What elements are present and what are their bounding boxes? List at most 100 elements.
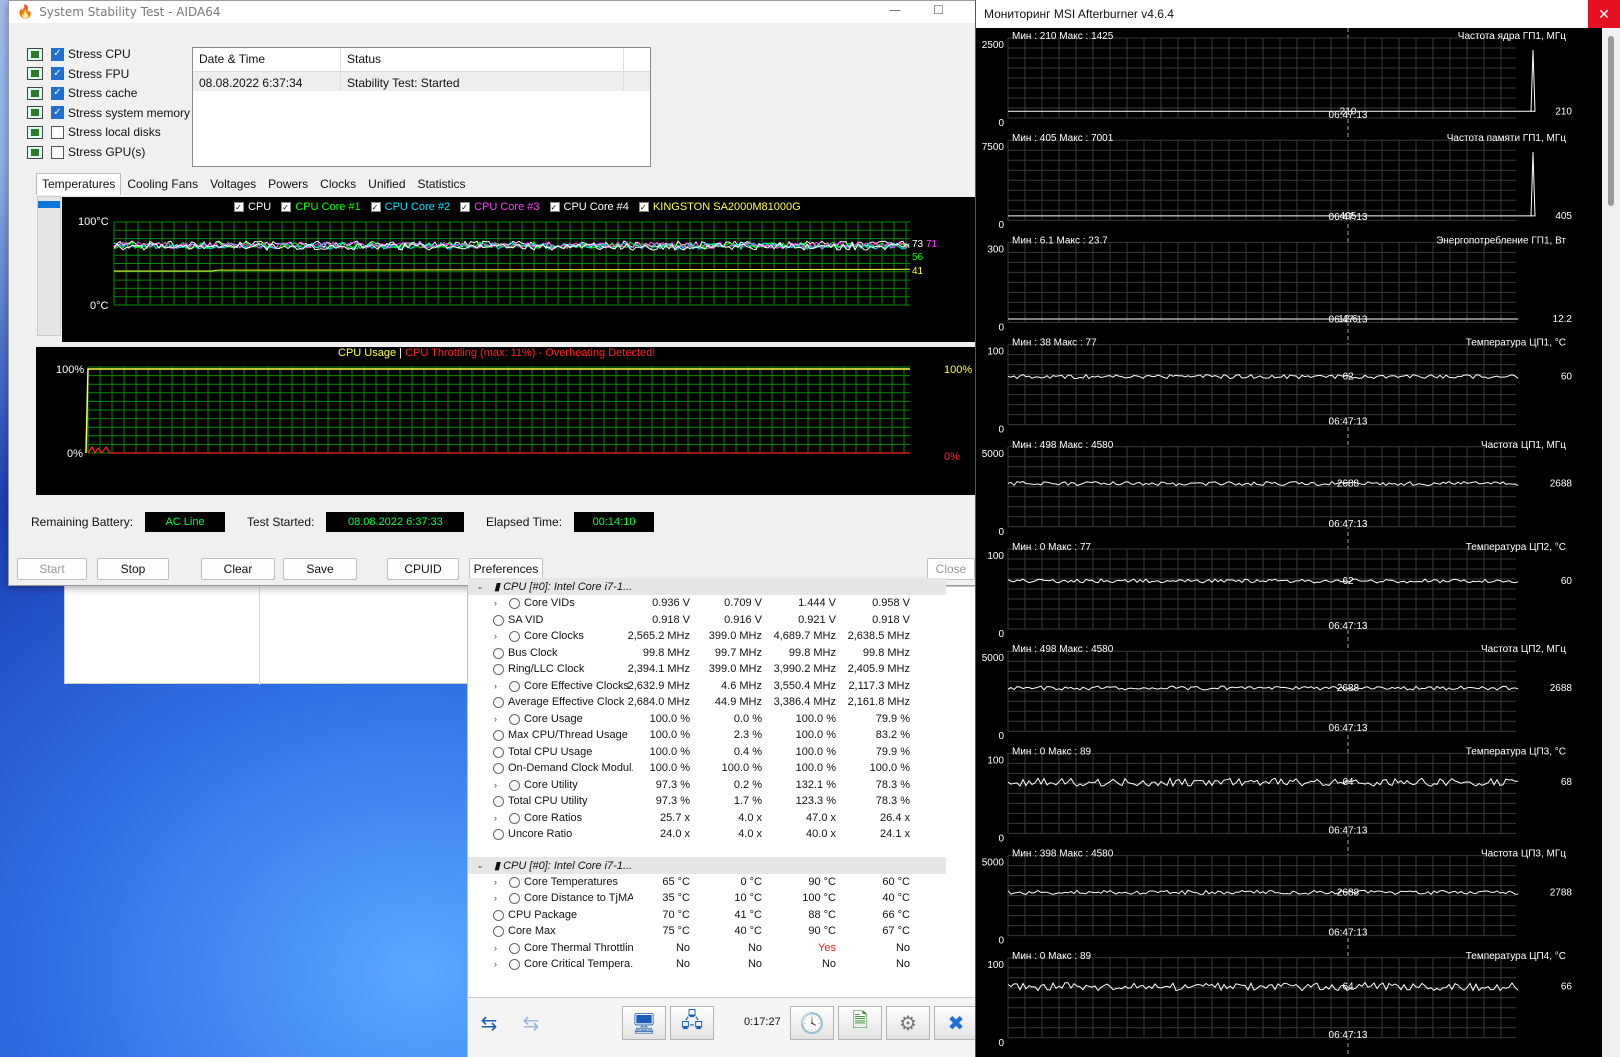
- tab-temperatures[interactable]: Temperatures: [36, 173, 122, 195]
- stress-option-1[interactable]: ✓ Stress FPU: [27, 65, 207, 83]
- close-button[interactable]: Close: [927, 558, 975, 580]
- minimize-icon[interactable]: —: [889, 3, 901, 17]
- sensor-group-header[interactable]: ⌄ ▮ CPU [#0]: Intel Core i7-1...: [468, 856, 946, 874]
- monitor-icon[interactable]: 🖥: [622, 1006, 666, 1040]
- add-document-icon[interactable]: 🗎: [838, 1006, 882, 1040]
- expand-icon[interactable]: ›: [494, 681, 497, 691]
- tab-cooling-fans[interactable]: Cooling Fans: [121, 173, 204, 195]
- sensor-panel: ⌄ ▮ CPU [#0]: Intel Core i7-1... › Core VID…: [467, 578, 978, 1057]
- graph-name: Частота ядра ГП1, МГц: [1458, 31, 1566, 42]
- sensor-row[interactable]: › Core Utility 97.3 % 0.2 % 132.1 % 78.3 %: [468, 777, 958, 794]
- stress-label: Stress system memory: [68, 105, 191, 120]
- aida-titlebar[interactable]: 🔥 System Stability Test - AIDA64 — ☐: [9, 1, 975, 23]
- sensor-group-header[interactable]: ⌄ ▮ CPU [#0]: Intel Core i7-1...: [468, 578, 946, 595]
- clock-icon[interactable]: 🕓: [790, 1006, 834, 1040]
- sensor-row[interactable]: › Core Usage 100.0 % 0.0 % 100.0 % 79.9 %: [468, 711, 958, 728]
- preferences-button[interactable]: Preferences: [469, 558, 543, 580]
- stress-checkbox[interactable]: [51, 145, 64, 159]
- sensor-row[interactable]: SA VID 0.918 V 0.916 V 0.921 V 0.918 V: [468, 612, 958, 629]
- sensor-row[interactable]: › Core Ratios 25.7 x 4.0 x 47.0 x 26.4 x: [468, 810, 958, 827]
- msi-titlebar[interactable]: Мониторинг MSI Afterburner v4.6.4 ✕: [976, 0, 1620, 28]
- sensor-row[interactable]: Average Effective Clock 2,684.0 MHz 44.9 M…: [468, 694, 958, 711]
- expand-icon[interactable]: ›: [494, 714, 497, 724]
- start-button[interactable]: Start: [17, 558, 87, 580]
- stress-checkbox[interactable]: ✓: [51, 67, 64, 81]
- expand-icon[interactable]: ›: [494, 598, 497, 608]
- tab-statistics[interactable]: Statistics: [412, 173, 472, 195]
- sensor-row[interactable]: › Core Thermal Throttling No No Yes No: [468, 940, 958, 957]
- cpuid-button[interactable]: CPUID: [387, 558, 459, 580]
- back-forward-icon[interactable]: ⇆: [470, 1006, 508, 1040]
- stress-checkbox[interactable]: [51, 125, 64, 139]
- expand-icon[interactable]: ›: [494, 631, 497, 641]
- started-label: Test Started:: [247, 515, 315, 529]
- temp-value-label: 73: [912, 239, 924, 250]
- sensor-name: CPU Package: [508, 908, 578, 921]
- sensor-name: Core Distance to TjMAX: [524, 892, 633, 904]
- sensor-icon: [493, 730, 504, 741]
- msi-close-icon[interactable]: ✕: [1588, 0, 1620, 28]
- log-row[interactable]: 08.08.2022 6:37:34 Stability Test: Starte…: [193, 72, 650, 91]
- sensor-value-2: 3,990.2 MHz: [773, 663, 836, 675]
- msi-graph-2: 300 0 Мин : 6.1 Макс : 23.7 Энергопотреблен…: [987, 234, 1572, 333]
- save-button[interactable]: Save: [283, 558, 357, 580]
- log-header-status[interactable]: Status: [341, 48, 624, 71]
- sensor-row[interactable]: › Core Distance to TjMAX 35 °C 10 °C 100 °C 4…: [468, 890, 958, 907]
- sensor-row[interactable]: › Core VIDs 0.936 V 0.709 V 1.444 V 0.958 V: [468, 595, 958, 612]
- sensor-row[interactable]: CPU Package 70 °C 41 °C 88 °C 66 °C: [468, 907, 958, 924]
- maximize-icon[interactable]: ☐: [933, 3, 944, 17]
- msi-scrollbar[interactable]: [1602, 28, 1620, 1057]
- stress-option-4[interactable]: Stress local disks: [27, 123, 207, 141]
- tab-unified[interactable]: Unified: [362, 173, 411, 195]
- cpu-usage-line: [85, 368, 910, 454]
- expand-icon[interactable]: ›: [494, 813, 497, 823]
- expand-icon[interactable]: ›: [494, 943, 497, 953]
- sensor-row[interactable]: › Core Critical Tempera... No No No No: [468, 956, 958, 973]
- sensor-toolbar: ⇆ ⇆ 🖥 🖧 0:17:27 🕓 🗎 ⚙ ✖: [468, 997, 978, 1057]
- sensor-row[interactable]: Uncore Ratio 24.0 x 4.0 x 40.0 x 24.1 x: [468, 826, 958, 843]
- expand-icon[interactable]: ›: [494, 877, 497, 887]
- stress-option-3[interactable]: ✓ Stress system memory: [27, 104, 207, 122]
- sensor-row[interactable]: Ring/LLC Clock 2,394.1 MHz 399.0 MHz 3,990.…: [468, 661, 958, 678]
- sensor-row[interactable]: On-Demand Clock Modul... 100.0 % 100.0 % 10…: [468, 760, 958, 777]
- expand-icon[interactable]: ›: [494, 893, 497, 903]
- clear-button[interactable]: Clear: [201, 558, 275, 580]
- stress-option-0[interactable]: ✓ Stress CPU: [27, 45, 207, 63]
- sensor-name: Core Temperatures: [524, 875, 618, 888]
- close-icon[interactable]: ✖: [934, 1006, 978, 1040]
- sensor-row[interactable]: Max CPU/Thread Usage 100.0 % 2.3 % 100.0 % 8…: [468, 727, 958, 744]
- sensor-row[interactable]: › Core Effective Clocks 2,632.9 MHz 4.6 MHz…: [468, 678, 958, 695]
- collapse-icon[interactable]: ⌄: [476, 860, 484, 871]
- network-icon[interactable]: 🖧: [670, 1006, 714, 1040]
- sensor-row[interactable]: › Core Temperatures 65 °C 0 °C 90 °C 60 °C: [468, 874, 958, 891]
- msi-graph-8: 5000 0 Мин : 398 Макс : 4580 Частота ЦП3, М…: [982, 849, 1573, 947]
- sensor-value-3: 83.2 %: [875, 729, 910, 741]
- graph-ymax: 100: [987, 347, 1004, 358]
- sensor-row[interactable]: Total CPU Utility 97.3 % 1.7 % 123.3 % 78.3 …: [468, 793, 958, 810]
- sensor-row[interactable]: › Core Clocks 2,565.2 MHz 399.0 MHz 4,689.7 …: [468, 628, 958, 645]
- stress-checkbox[interactable]: ✓: [51, 106, 64, 120]
- gear-icon[interactable]: ⚙: [886, 1006, 930, 1040]
- sensor-row[interactable]: Bus Clock 99.8 MHz 99.7 MHz 99.8 MHz 99.8 MH…: [468, 645, 958, 662]
- stress-checkbox[interactable]: ✓: [51, 86, 64, 100]
- sensor-name: Core Utility: [524, 778, 578, 791]
- sensor-value-2: 100.0 %: [795, 762, 836, 774]
- graph-side-list[interactable]: [37, 196, 61, 336]
- sensor-value-0: 75 °C: [662, 925, 690, 937]
- forward-icon[interactable]: ⇆: [512, 1006, 550, 1040]
- stress-option-5[interactable]: Stress GPU(s): [27, 143, 207, 161]
- expand-icon[interactable]: ›: [494, 780, 497, 790]
- graph-cursor-value: 62: [1342, 372, 1354, 383]
- log-header-time[interactable]: Date & Time: [193, 48, 341, 71]
- stress-option-2[interactable]: ✓ Stress cache: [27, 84, 207, 102]
- stress-checkbox[interactable]: ✓: [51, 47, 64, 61]
- stop-button[interactable]: Stop: [97, 558, 169, 580]
- sensor-row[interactable]: Total CPU Usage 100.0 % 0.4 % 100.0 % 79.9 %: [468, 744, 958, 761]
- tab-powers[interactable]: Powers: [262, 173, 314, 195]
- expand-icon[interactable]: ›: [494, 959, 497, 969]
- tab-voltages[interactable]: Voltages: [204, 173, 262, 195]
- collapse-icon[interactable]: ⌄: [476, 581, 484, 592]
- tab-clocks[interactable]: Clocks: [314, 173, 362, 195]
- sensor-row[interactable]: Core Max 75 °C 40 °C 90 °C 67 °C: [468, 923, 958, 940]
- sensor-icon: [493, 829, 504, 840]
